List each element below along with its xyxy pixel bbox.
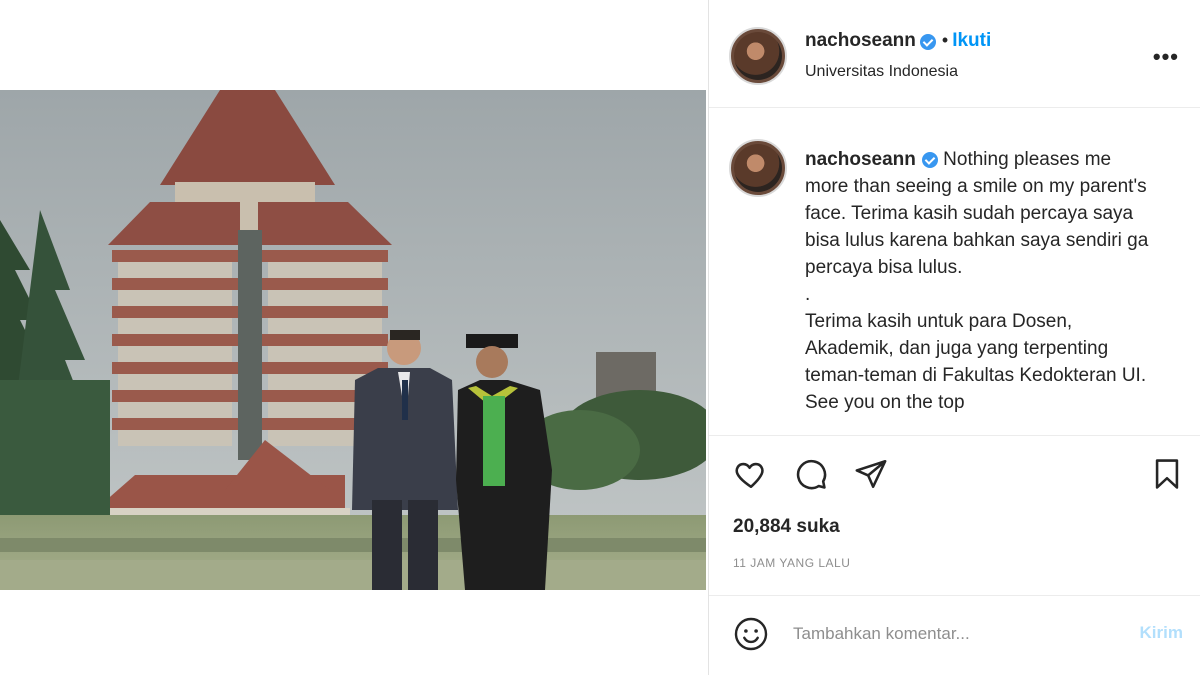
comment-input[interactable]: [793, 620, 1113, 648]
caption-line: .: [805, 284, 811, 305]
caption-line: more than seeing a smile on my parent's: [805, 176, 1147, 197]
caption-line: Akademik, dan juga yang terpenting: [805, 338, 1109, 359]
media-panel: [0, 0, 708, 675]
bookmark-icon[interactable]: [1149, 456, 1185, 492]
post-header: nachoseann • Ikuti Universitas Indonesia •…: [709, 0, 1200, 108]
post-sidebar: nachoseann • Ikuti Universitas Indonesia •…: [708, 0, 1200, 675]
more-options-icon[interactable]: •••: [1153, 44, 1179, 70]
post-photo[interactable]: [0, 90, 706, 590]
caption-username-link[interactable]: nachoseann: [805, 149, 916, 170]
comment-icon-graphic: [796, 459, 827, 490]
avatar-image: [734, 144, 782, 192]
caption-text: nachoseann Nothing pleases me more than …: [805, 146, 1185, 416]
verified-badge-icon: [919, 33, 936, 50]
caption-line: percaya bisa lulus.: [805, 257, 963, 278]
caption-line-text: Nothing pleases me: [943, 149, 1112, 170]
header-user-row: nachoseann • Ikuti: [805, 30, 991, 52]
caption-line: bisa lulus karena bahkan saya sendiri ga: [805, 230, 1149, 251]
caption-line: nachoseann Nothing pleases me: [805, 146, 1185, 173]
separator-dot: •: [941, 30, 949, 50]
avatar[interactable]: [729, 27, 787, 85]
post-photo-graphic: [0, 90, 706, 590]
send-icon-graphic: [855, 459, 887, 489]
caption-line: teman-teman di Fakultas Kedokteran UI.: [805, 365, 1147, 386]
avatar-image: [734, 32, 782, 80]
verified-badge-icon: [921, 151, 938, 168]
bookmark-icon-graphic: [1155, 459, 1179, 489]
username-link[interactable]: nachoseann: [805, 30, 916, 51]
timestamp[interactable]: 11 JAM YANG LALU: [733, 556, 850, 570]
comment-icon[interactable]: [793, 456, 829, 492]
caption-line: Terima kasih untuk para Dosen,: [805, 311, 1073, 332]
post-comment-button[interactable]: Kirim: [1140, 623, 1183, 643]
emoji-icon-graphic: [734, 617, 768, 651]
heart-icon[interactable]: [733, 456, 769, 492]
emoji-icon[interactable]: [733, 616, 769, 652]
heart-icon-graphic: [735, 462, 764, 489]
instagram-post-view: nachoseann • Ikuti Universitas Indonesia •…: [0, 0, 1200, 675]
send-icon[interactable]: [853, 456, 889, 492]
caption-avatar[interactable]: [729, 139, 787, 197]
location-link[interactable]: Universitas Indonesia: [805, 63, 958, 81]
caption-line: See you on the top: [805, 392, 965, 413]
comment-bar: Kirim: [709, 596, 1200, 675]
follow-button[interactable]: Ikuti: [952, 30, 991, 51]
caption-section: nachoseann Nothing pleases me more than …: [709, 108, 1200, 436]
action-bar: 20,884 suka 11 JAM YANG LALU: [709, 436, 1200, 596]
like-count[interactable]: 20,884 suka: [733, 516, 840, 538]
caption-line: face. Terima kasih sudah percaya saya: [805, 203, 1134, 224]
